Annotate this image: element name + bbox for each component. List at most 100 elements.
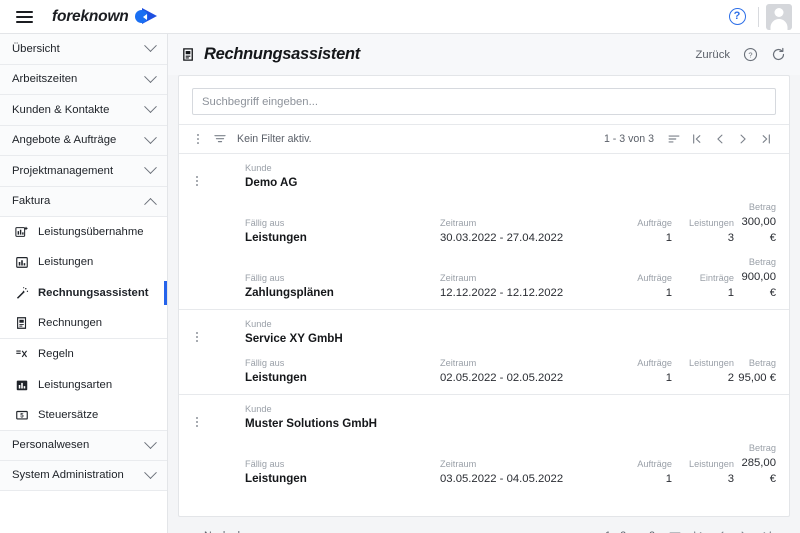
faellig-label: Fällig aus	[245, 273, 285, 283]
sidebar-group-label: Kunden & Kontakte	[12, 103, 110, 116]
sidebar-item-label: Leistungsarten	[38, 378, 113, 391]
detail-row: Fällig aus Leistungen Zeitraum 03.05.202…	[192, 442, 776, 487]
betrag-value: 900,00 €	[741, 271, 776, 299]
sidebar-group-label: Angebote & Aufträge	[12, 134, 117, 147]
invoice-group[interactable]: Kunde Demo AG Fällig aus Leistungen Zeit…	[179, 154, 789, 310]
sidebar-item-leistungen[interactable]: Leistungen	[0, 247, 167, 278]
page-title-wrap: Rechnungsassistent	[181, 45, 360, 64]
chevron-down-icon	[144, 131, 157, 144]
page-next-icon[interactable]	[731, 127, 754, 151]
chevron-down-icon	[144, 436, 157, 449]
sidebar-item-rechnungsassistent[interactable]: Rechnungsassistent	[0, 277, 167, 308]
detail-row: Fällig aus Leistungen Zeitraum 02.05.202…	[192, 357, 776, 386]
sidebar-group-system-administration[interactable]: System Administration	[0, 460, 167, 492]
filter-status: Kein Filter aktiv.	[237, 133, 312, 145]
avatar[interactable]	[766, 3, 792, 30]
sidebar-item-leistungsuebernahme[interactable]: Leistungsübernahme	[0, 217, 167, 248]
page-next-icon[interactable]	[732, 524, 755, 533]
pagination-bottom: 1 - 3 von 3	[605, 524, 778, 533]
chevron-down-icon	[144, 161, 157, 175]
auftraege-value: 1	[665, 232, 672, 244]
magic-wand-icon	[14, 285, 29, 300]
sidebar-group-label: Übersicht	[12, 42, 60, 55]
detail-row: Fällig aus Leistungen Zeitraum 30.03.202…	[192, 201, 776, 246]
content-card: Kein Filter aktiv. 1 - 3 von 3	[178, 75, 790, 517]
main-content: Rechnungsassistent Zurück ? Kein Filter …	[168, 34, 800, 533]
faellig-label: Fällig aus	[245, 358, 285, 368]
sidebar-group-label: System Administration	[12, 469, 124, 482]
page-last-icon[interactable]	[755, 524, 778, 533]
sidebar-item-label: Leistungsübernahme	[38, 226, 144, 239]
kebab-menu-icon[interactable]	[187, 127, 209, 151]
invoice-icon	[181, 47, 196, 62]
auftraege-label: Aufträge	[637, 218, 672, 228]
sidebar-item-rechnungen[interactable]: Rechnungen	[0, 307, 167, 339]
chart-plus-icon	[14, 225, 29, 240]
svg-text:5: 5	[20, 412, 24, 419]
faellig-value: Leistungen	[245, 231, 307, 244]
foreknown-logo-icon	[134, 8, 158, 25]
betrag-label: Betrag	[748, 443, 776, 453]
sidebar-item-label: Rechnungsassistent	[38, 286, 149, 299]
invoice-group[interactable]: Kunde Service XY GmbH Fällig aus Leistun…	[179, 310, 789, 395]
zeitraum-value: 30.03.2022 - 27.04.2022	[440, 232, 564, 244]
chart-bar-icon	[14, 255, 29, 270]
page-prev-icon[interactable]	[709, 524, 732, 533]
sidebar-item-steuersaetze[interactable]: 5 Steuersätze	[0, 399, 167, 431]
sidebar-item-leistungsarten[interactable]: Leistungsarten	[0, 369, 167, 400]
zeitraum-value: 02.05.2022 - 02.05.2022	[440, 372, 564, 384]
customer-label: Kunde	[245, 319, 272, 329]
sidebar-group-uebersicht[interactable]: Übersicht	[0, 34, 167, 65]
back-button[interactable]: Zurück	[695, 49, 730, 61]
sort-icon[interactable]	[663, 524, 686, 533]
faellig-value: Leistungen	[245, 472, 307, 485]
page-first-icon[interactable]	[686, 524, 709, 533]
sidebar-group-personalwesen[interactable]: Personalwesen	[0, 430, 167, 461]
list-toolbar: Kein Filter aktiv. 1 - 3 von 3	[179, 124, 789, 154]
list-footer: Nach oben 1 - 3 von 3	[178, 521, 790, 533]
hamburger-icon[interactable]	[6, 0, 42, 34]
sidebar-group-projektmanagement[interactable]: Projektmanagement	[0, 156, 167, 187]
page-first-icon[interactable]	[685, 127, 708, 151]
help-circle-icon: ?	[728, 8, 746, 25]
betrag-label: Betrag	[748, 358, 776, 368]
sidebar: Übersicht Arbeitszeiten Kunden & Kontakt…	[0, 34, 168, 533]
sidebar-item-label: Rechnungen	[38, 317, 103, 330]
auftraege-label: Aufträge	[637, 459, 672, 469]
help-button[interactable]: ?	[723, 3, 751, 31]
pagination-top: 1 - 3 von 3	[604, 127, 777, 151]
page-last-icon[interactable]	[754, 127, 777, 151]
zeitraum-label: Zeitraum	[440, 459, 477, 469]
betrag-value: 95,00 €	[738, 372, 776, 384]
row-menu-icon[interactable]	[190, 176, 204, 186]
zeitraum-value: 03.05.2022 - 04.05.2022	[440, 473, 564, 485]
items-value: 3	[727, 232, 734, 244]
auftraege-value: 1	[665, 372, 672, 384]
row-menu-icon[interactable]	[190, 417, 204, 427]
items-label: Leistungen	[689, 218, 734, 228]
chevron-down-icon	[144, 39, 157, 53]
sidebar-group-faktura[interactable]: Faktura	[0, 186, 167, 217]
sidebar-group-label: Personalwesen	[12, 439, 90, 452]
filter-icon[interactable]	[209, 127, 231, 151]
sidebar-item-regeln[interactable]: Regeln	[0, 339, 167, 370]
chevron-down-icon	[144, 100, 157, 114]
faellig-value: Zahlungsplänen	[245, 286, 334, 299]
search-input[interactable]	[192, 88, 776, 115]
sidebar-group-label: Projektmanagement	[12, 164, 114, 177]
page-header-actions: Zurück ?	[695, 47, 786, 62]
invoice-group[interactable]: Kunde Muster Solutions GmbH Fällig aus L…	[179, 395, 789, 495]
help-circle-icon[interactable]: ?	[743, 47, 758, 62]
brand-logo[interactable]: foreknown	[52, 8, 158, 26]
zeitraum-label: Zeitraum	[440, 358, 477, 368]
items-label: Leistungen	[689, 358, 734, 368]
sort-icon[interactable]	[662, 127, 685, 151]
sidebar-group-angebote-auftraege[interactable]: Angebote & Aufträge	[0, 125, 167, 156]
sidebar-item-label: Leistungen	[38, 256, 94, 269]
search-area	[179, 76, 789, 124]
sidebar-group-arbeitszeiten[interactable]: Arbeitszeiten	[0, 64, 167, 95]
row-menu-icon[interactable]	[190, 332, 204, 342]
page-prev-icon[interactable]	[708, 127, 731, 151]
refresh-icon[interactable]	[771, 47, 786, 62]
sidebar-group-kunden-kontakte[interactable]: Kunden & Kontakte	[0, 95, 167, 126]
